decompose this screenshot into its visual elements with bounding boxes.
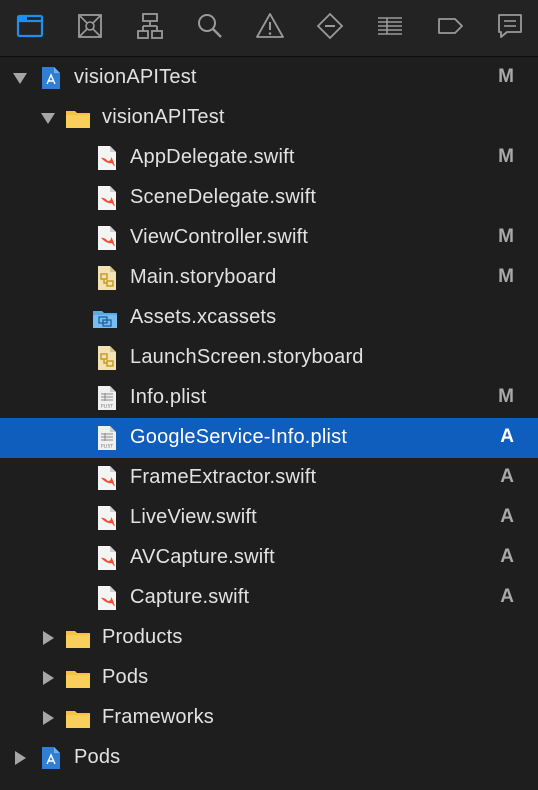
disclosure-collapsed-icon[interactable] <box>40 670 56 686</box>
source-control-navigator-icon[interactable] <box>74 10 106 42</box>
folder-icon <box>65 665 91 691</box>
tree-row-label: ViewController.swift <box>130 226 309 248</box>
tree-row-label: Pods <box>102 666 149 688</box>
project-navigator-icon[interactable] <box>14 10 46 42</box>
tree-row-file[interactable]: SceneDelegate.swift <box>0 178 538 218</box>
debug-navigator-icon[interactable] <box>374 10 406 42</box>
source-control-status: A <box>500 426 514 447</box>
tree-row-group[interactable]: Products <box>0 618 538 658</box>
tree-row-file[interactable]: Capture.swift A <box>0 578 538 618</box>
tree-row-file[interactable]: LaunchScreen.storyboard <box>0 338 538 378</box>
symbol-navigator-icon[interactable] <box>134 10 166 42</box>
swift-file-icon <box>94 145 120 171</box>
source-control-status: A <box>500 466 514 487</box>
folder-icon <box>65 625 91 651</box>
source-control-status: A <box>500 506 514 527</box>
tree-row-group[interactable]: Pods <box>0 658 538 698</box>
tree-row-label: Capture.swift <box>130 586 250 608</box>
tree-row-label: Frameworks <box>102 706 215 728</box>
storyboard-file-icon <box>94 345 120 371</box>
storyboard-file-icon <box>94 265 120 291</box>
tree-row-file[interactable]: ViewController.swift M <box>0 218 538 258</box>
asset-catalog-icon <box>92 305 118 331</box>
svg-text:PLIST: PLIST <box>101 444 113 450</box>
breakpoint-navigator-icon[interactable] <box>434 10 466 42</box>
tree-row-file[interactable]: Assets.xcassets <box>0 298 538 338</box>
source-control-status: M <box>498 226 514 247</box>
tree-row-file[interactable]: AppDelegate.swift M <box>0 138 538 178</box>
plist-file-icon: PLIST <box>94 385 120 411</box>
navigator-toolbar <box>0 0 538 57</box>
tree-row-label: Pods <box>74 746 121 768</box>
source-control-status: M <box>498 146 514 167</box>
source-control-status: M <box>498 66 514 87</box>
tree-row-group[interactable]: Frameworks <box>0 698 538 738</box>
issue-navigator-icon[interactable] <box>254 10 286 42</box>
source-control-status: A <box>500 586 514 607</box>
tree-row-label: AppDelegate.swift <box>130 146 295 168</box>
swift-file-icon <box>94 505 120 531</box>
tree-row-label: LiveView.swift <box>130 506 257 528</box>
tree-row-file[interactable]: AVCapture.swift A <box>0 538 538 578</box>
xcodeproj-icon <box>38 745 64 771</box>
svg-text:PLIST: PLIST <box>101 404 113 410</box>
find-navigator-icon[interactable] <box>194 10 226 42</box>
tree-row-label: visionAPITest <box>74 66 197 88</box>
disclosure-expanded-icon[interactable] <box>12 70 28 86</box>
tree-row-file[interactable]: FrameExtractor.swift A <box>0 458 538 498</box>
source-control-status: M <box>498 266 514 287</box>
tree-row-label: AVCapture.swift <box>130 546 275 568</box>
tree-row-file[interactable]: PLIST Info.plist M <box>0 378 538 418</box>
xcodeproj-icon <box>38 65 64 91</box>
tree-row-label: visionAPITest <box>102 106 225 128</box>
tree-row-project[interactable]: visionAPITest M <box>0 58 538 98</box>
disclosure-collapsed-icon[interactable] <box>40 630 56 646</box>
test-navigator-icon[interactable] <box>314 10 346 42</box>
swift-file-icon <box>94 465 120 491</box>
tree-row-label: LaunchScreen.storyboard <box>130 346 364 368</box>
tree-row-file-selected[interactable]: PLIST GoogleService-Info.plist A <box>0 418 538 458</box>
folder-icon <box>65 105 91 131</box>
tree-row-label: Info.plist <box>130 386 207 408</box>
source-control-status: A <box>500 546 514 567</box>
plist-file-icon: PLIST <box>94 425 120 451</box>
tree-row-label: GoogleService-Info.plist <box>130 426 348 448</box>
tree-row-file[interactable]: Main.storyboard M <box>0 258 538 298</box>
source-control-status: M <box>498 386 514 407</box>
swift-file-icon <box>94 545 120 571</box>
report-navigator-icon[interactable] <box>494 10 526 42</box>
disclosure-collapsed-icon[interactable] <box>12 750 28 766</box>
swift-file-icon <box>94 585 120 611</box>
swift-file-icon <box>94 185 120 211</box>
tree-row-project[interactable]: Pods <box>0 738 538 778</box>
disclosure-collapsed-icon[interactable] <box>40 710 56 726</box>
tree-row-group[interactable]: visionAPITest <box>0 98 538 138</box>
tree-row-label: Assets.xcassets <box>130 306 277 328</box>
tree-row-label: Main.storyboard <box>130 266 277 288</box>
disclosure-expanded-icon[interactable] <box>40 110 56 126</box>
folder-icon <box>65 705 91 731</box>
swift-file-icon <box>94 225 120 251</box>
tree-row-label: SceneDelegate.swift <box>130 186 317 208</box>
tree-row-label: Products <box>102 626 183 648</box>
tree-row-label: FrameExtractor.swift <box>130 466 317 488</box>
tree-row-file[interactable]: LiveView.swift A <box>0 498 538 538</box>
